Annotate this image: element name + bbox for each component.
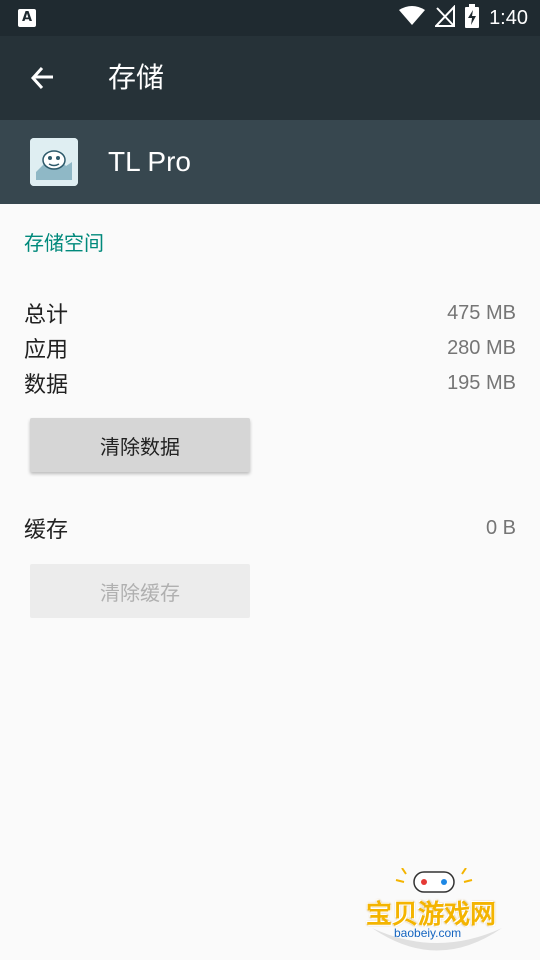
page-title: 存储 [108,61,165,94]
status-bar: A 1:40 [0,0,540,36]
no-signal-icon [433,4,456,31]
storage-row-label: 数据 [24,373,69,398]
battery-charging-icon [465,4,480,32]
a-letter-icon: A [18,9,36,27]
status-time: 1:40 [489,6,528,29]
storage-row-total: 总计 475 MB [24,296,516,330]
toolbar: 存储 [0,36,540,120]
storage-row-value: 195 MB [447,371,516,394]
storage-row-label: 应用 [24,338,69,363]
status-icons: 1:40 [399,0,528,36]
cache-row: 缓存 0 B [24,511,516,545]
storage-screen: A 1:40 存储 TL Pro 存储空间 总计 475 MB 应用 280 M… [0,0,540,960]
arrow-left-icon[interactable] [18,54,66,102]
wifi-icon [399,6,426,30]
app-name: TL Pro [108,146,191,177]
cache-label: 缓存 [24,518,69,543]
clear-data-button[interactable]: 清除数据 [30,418,250,472]
cache-value: 0 B [485,516,516,539]
storage-row-value: 475 MB [447,301,516,324]
watermark-url: baobeiy.com [394,926,462,940]
storage-section-title: 存储空间 [24,231,104,255]
clear-cache-button: 清除缓存 [30,564,250,618]
app-icon [30,138,78,186]
app-header: TL Pro [0,120,540,204]
storage-row-label: 总计 [24,303,69,328]
storage-row-data: 数据 195 MB [24,366,516,400]
watermark-logo: 宝贝游戏网 baobeiy.com [362,868,512,954]
storage-row-value: 280 MB [447,336,516,359]
storage-row-app: 应用 280 MB [24,331,516,365]
